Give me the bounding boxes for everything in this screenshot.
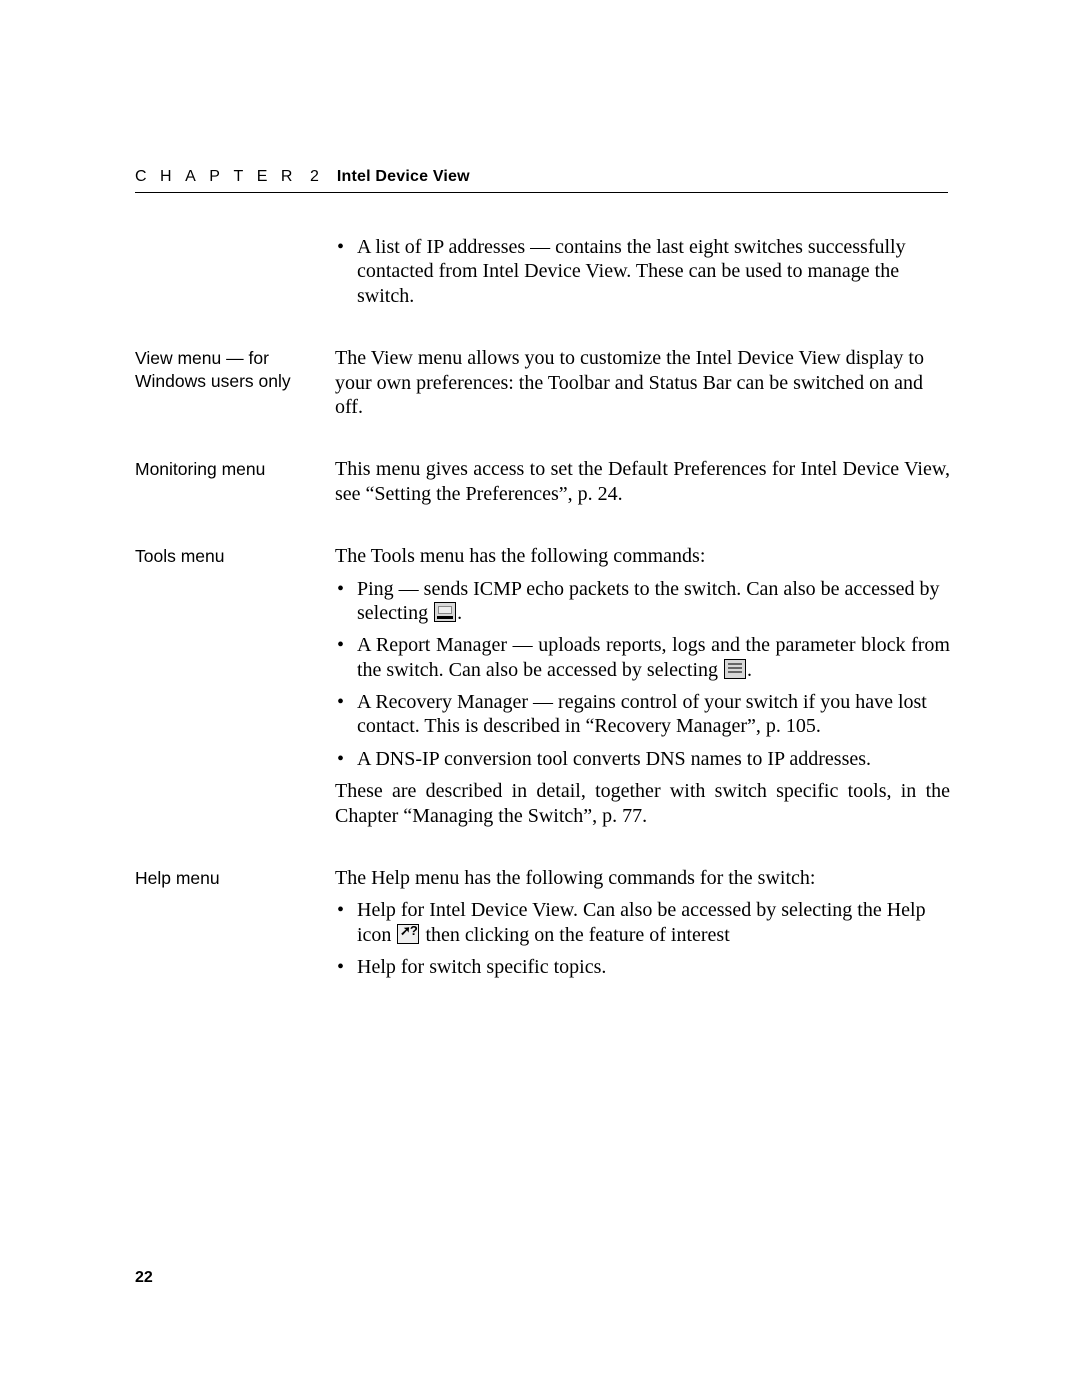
margin-label: Help menu xyxy=(135,866,335,890)
chapter-number: 2 xyxy=(310,168,319,185)
list-item-text: Help for switch specific topics. xyxy=(357,956,606,978)
bullet-list: Help for Intel Device View. Can also be … xyxy=(335,898,950,979)
page-number: 22 xyxy=(135,1269,153,1287)
body-intro: A list of IP addresses — contains the la… xyxy=(335,235,950,316)
help-icon xyxy=(397,924,419,944)
list-item: A Recovery Manager — regains control of … xyxy=(335,690,950,739)
body-view-menu: The View menu allows you to customize th… xyxy=(335,346,950,427)
margin-label: View menu — for Windows users only xyxy=(135,346,335,393)
list-item: A Report Manager — uploads reports, logs… xyxy=(335,633,950,682)
paragraph: The Help menu has the following commands… xyxy=(335,866,950,890)
page-content: A list of IP addresses — contains the la… xyxy=(135,235,950,1018)
list-item: Help for switch specific topics. xyxy=(335,955,950,979)
paragraph: These are described in detail, together … xyxy=(335,779,950,828)
paragraph: The Tools menu has the following command… xyxy=(335,544,950,568)
section-view-menu: View menu — for Windows users only The V… xyxy=(135,346,950,427)
list-item-text: A Recovery Manager — regains control of … xyxy=(357,691,927,737)
bullet-list: A list of IP addresses — contains the la… xyxy=(335,235,950,308)
bullet-list: Ping — sends ICMP echo packets to the sw… xyxy=(335,577,950,772)
running-header: CHAPTER2 Intel Device View xyxy=(135,168,948,193)
section-help-menu: Help menu The Help menu has the followin… xyxy=(135,866,950,988)
body-help-menu: The Help menu has the following commands… xyxy=(335,866,950,988)
section-monitoring-menu: Monitoring menu This menu gives access t… xyxy=(135,457,950,514)
list-item: Ping — sends ICMP echo packets to the sw… xyxy=(335,577,950,626)
list-item: Help for Intel Device View. Can also be … xyxy=(335,898,950,947)
ping-icon xyxy=(434,602,456,622)
chapter-word: CHAPTER xyxy=(135,168,306,185)
list-item-text-b: . xyxy=(747,659,752,681)
section-tools-menu: Tools menu The Tools menu has the follow… xyxy=(135,544,950,836)
list-item: A list of IP addresses — contains the la… xyxy=(335,235,950,308)
section-intro: A list of IP addresses — contains the la… xyxy=(135,235,950,316)
margin-label: Tools menu xyxy=(135,544,335,568)
paragraph: The View menu allows you to customize th… xyxy=(335,346,950,419)
document-page: CHAPTER2 Intel Device View A list of IP a… xyxy=(0,0,1080,1397)
margin-label: Monitoring menu xyxy=(135,457,335,481)
list-item: A DNS-IP conversion tool converts DNS na… xyxy=(335,747,950,771)
list-item-text-b: . xyxy=(457,602,462,624)
paragraph: This menu gives access to set the Defaul… xyxy=(335,457,950,506)
margin-label-empty xyxy=(135,235,335,236)
list-item-text: A DNS-IP conversion tool converts DNS na… xyxy=(357,748,871,770)
body-tools-menu: The Tools menu has the following command… xyxy=(335,544,950,836)
list-item-text-a: A Report Manager — uploads reports, logs… xyxy=(357,634,950,680)
body-monitoring-menu: This menu gives access to set the Defaul… xyxy=(335,457,950,514)
list-item-text: A list of IP addresses — contains the la… xyxy=(357,236,906,307)
list-item-text-b: then clicking on the feature of interest xyxy=(420,924,729,946)
report-icon xyxy=(724,659,746,679)
chapter-title: Intel Device View xyxy=(337,168,470,185)
